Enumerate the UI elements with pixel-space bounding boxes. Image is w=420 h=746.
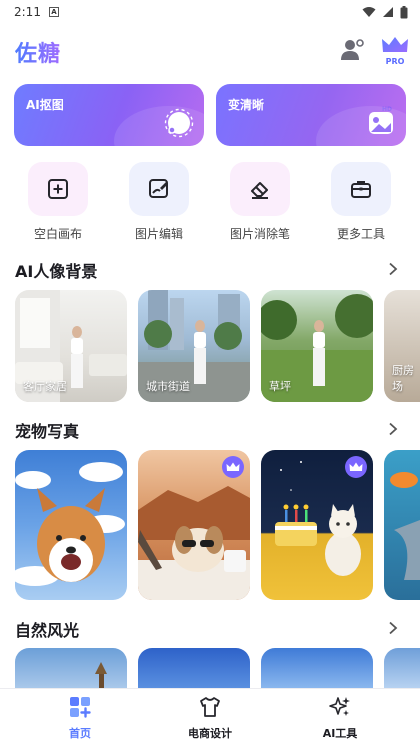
nav-ecommerce-design[interactable]: 电商设计 xyxy=(170,695,250,741)
hd-badge: HD xyxy=(381,106,392,113)
chevron-right-icon[interactable] xyxy=(386,422,400,436)
pro-button[interactable]: PRO xyxy=(380,35,410,66)
pet-card-dog-sunglasses[interactable] xyxy=(138,450,250,600)
tool-label: 图片编辑 xyxy=(134,227,183,241)
portrait-card-kitchen[interactable]: 厨房场 xyxy=(384,290,420,402)
status-bar: 2:11 A xyxy=(0,0,420,24)
pet-card-fish[interactable] xyxy=(384,450,420,600)
vip-crown-badge xyxy=(222,456,244,478)
section-title-portrait: AI人像背景 xyxy=(15,262,98,281)
pro-label: PRO xyxy=(385,57,405,66)
ai-cutout-banner[interactable]: AI抠图 xyxy=(14,84,204,146)
tool-more[interactable]: 更多工具 xyxy=(318,162,404,244)
card-label: 客厅家居 xyxy=(23,380,67,393)
scenery-card-2[interactable] xyxy=(138,648,250,688)
pet-card-corgi[interactable] xyxy=(15,450,127,600)
tool-eraser[interactable]: 图片消除笔 xyxy=(217,162,303,244)
cutout-icon xyxy=(164,108,194,138)
crown-icon xyxy=(382,37,408,52)
tshirt-icon xyxy=(200,697,220,717)
status-icons xyxy=(362,5,408,19)
card-label: 厨房场 xyxy=(392,364,414,393)
banner-label: AI抠图 xyxy=(26,98,64,112)
pet-card-cat-cake[interactable] xyxy=(261,450,373,600)
vip-crown-badge xyxy=(345,456,367,478)
tool-icon-box xyxy=(230,162,290,216)
scenery-card-1[interactable] xyxy=(15,648,127,688)
portrait-card-living-room[interactable]: 客厅家居 xyxy=(15,290,127,402)
tool-icon-box xyxy=(129,162,189,216)
toolbox-icon xyxy=(351,181,371,198)
scenery-card-3[interactable] xyxy=(261,648,373,688)
nav-label: 首页 xyxy=(69,727,91,740)
status-time: 2:11 xyxy=(14,5,41,19)
sparkles-icon xyxy=(329,697,350,716)
add-square-icon xyxy=(48,179,68,199)
user-gear-icon xyxy=(341,39,364,60)
signal-icon xyxy=(383,7,393,17)
nav-label: 电商设计 xyxy=(188,727,232,740)
wifi-icon xyxy=(362,7,376,17)
battery-icon xyxy=(400,5,408,18)
app-logo: 佐糖 xyxy=(15,36,61,68)
nav-ai-tools[interactable]: AI工具 xyxy=(300,695,380,741)
scene-image xyxy=(95,662,107,688)
chevron-right-icon[interactable] xyxy=(386,262,400,276)
tool-icon-box xyxy=(28,162,88,216)
scenery-card-4[interactable] xyxy=(384,648,420,688)
card-label: 草坪 xyxy=(269,380,291,393)
tool-blank-canvas[interactable]: 空白画布 xyxy=(15,162,101,244)
tool-label: 更多工具 xyxy=(336,227,385,241)
banner-label: 变清晰 xyxy=(228,98,265,112)
enhance-banner[interactable]: 变清晰 HD xyxy=(216,84,406,146)
image-edit-icon xyxy=(149,179,168,198)
user-settings-button[interactable] xyxy=(340,38,366,62)
nav-label: AI工具 xyxy=(322,727,358,740)
portrait-card-city-street[interactable]: 城市街道 xyxy=(138,290,250,402)
tool-label: 空白画布 xyxy=(33,227,82,241)
crown-icon xyxy=(349,462,363,471)
section-title-pet: 宠物写真 xyxy=(15,422,80,441)
tool-image-edit[interactable]: 图片编辑 xyxy=(116,162,202,244)
portrait-card-lawn[interactable]: 草坪 xyxy=(261,290,373,402)
bottom-nav: 首页 电商设计 AI工具 xyxy=(0,688,420,746)
hd-image-icon xyxy=(369,112,393,134)
app-header: 佐糖 PRO xyxy=(0,30,420,72)
nav-home[interactable]: 首页 xyxy=(40,695,120,741)
tool-label: 图片消除笔 xyxy=(229,227,290,241)
chevron-right-icon[interactable] xyxy=(386,621,400,635)
notification-icon: A xyxy=(48,7,59,17)
home-grid-icon xyxy=(70,697,91,718)
corgi-image xyxy=(15,462,125,586)
tool-icon-box xyxy=(331,162,391,216)
crown-icon xyxy=(226,462,240,471)
fish-image xyxy=(390,472,420,580)
card-label: 城市街道 xyxy=(146,380,190,393)
section-title-scenery: 自然风光 xyxy=(15,621,80,640)
eraser-icon xyxy=(251,182,268,199)
